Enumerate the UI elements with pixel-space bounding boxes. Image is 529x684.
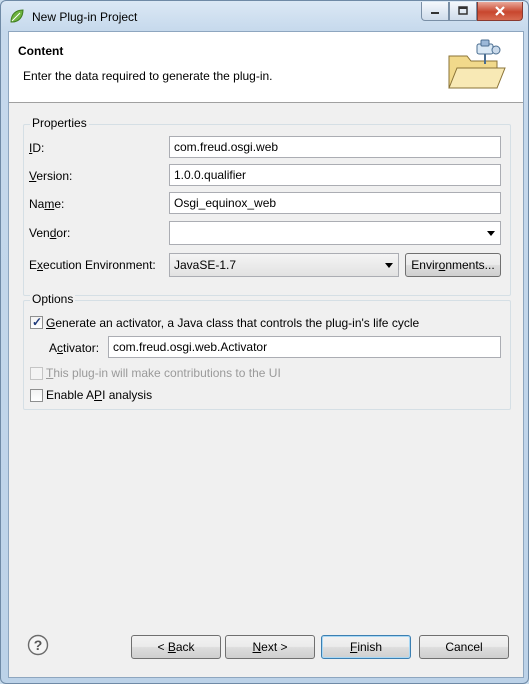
properties-group: Properties ID: com.freud.osgi.web Versio… xyxy=(23,116,511,296)
vendor-combo[interactable] xyxy=(169,221,501,245)
api-analysis-pre: Enable A xyxy=(46,388,95,402)
version-field[interactable]: 1.0.0.qualifier xyxy=(169,164,501,186)
generate-activator-label: Generate an activator, a Java class that… xyxy=(46,316,419,330)
generate-activator-checkbox[interactable]: ✓ xyxy=(30,315,43,329)
cancel-button[interactable]: Cancel xyxy=(419,635,509,659)
spring-leaf-icon xyxy=(10,9,24,23)
name-label-rest: e: xyxy=(54,197,65,211)
window-title: New Plug-in Project xyxy=(32,10,138,24)
plugin-folder-icon xyxy=(448,39,506,89)
api-analysis-rest: I analysis xyxy=(102,388,153,402)
env-label-rest: ecution Environment: xyxy=(43,258,156,272)
activator-label-rest: tivator: xyxy=(63,341,100,355)
id-label: ID: xyxy=(29,141,44,155)
execution-environment-label: Execution Environment: xyxy=(29,258,156,272)
activator-label-pre: A xyxy=(49,341,58,355)
generate-activator-rest: enerate an activator, a Java class that … xyxy=(55,316,420,330)
next-button[interactable]: Next > xyxy=(225,635,315,659)
options-group: Options ✓ Generate an activator, a Java … xyxy=(23,292,511,410)
finish-rest: inish xyxy=(357,640,383,654)
close-button[interactable] xyxy=(477,2,523,21)
name-label-pre: Na xyxy=(29,197,45,211)
ui-contributions-checkbox[interactable] xyxy=(30,367,43,380)
page-description: Enter the data required to generate the … xyxy=(23,69,273,83)
help-icon[interactable]: ? xyxy=(27,634,49,656)
next-mnemonic: N xyxy=(252,640,262,654)
minimize-button[interactable] xyxy=(421,2,449,21)
back-rest: ack xyxy=(175,640,195,654)
activator-label: Activator: xyxy=(49,341,99,355)
dropdown-arrow-icon xyxy=(487,231,495,236)
env-label-pre: E xyxy=(29,258,38,272)
dialog-client-area: Content Enter the data required to gener… xyxy=(8,31,524,678)
api-analysis-label: Enable API analysis xyxy=(46,388,152,402)
execution-environment-combo[interactable]: JavaSE-1.7 xyxy=(169,253,399,277)
next-rest: ext > xyxy=(261,640,288,654)
environments-button[interactable]: Environments... xyxy=(405,253,501,277)
back-button[interactable]: < Back xyxy=(131,635,221,659)
svg-text:?: ? xyxy=(34,637,43,653)
minimize-icon xyxy=(431,12,439,14)
id-label-rest: D: xyxy=(32,141,45,155)
maximize-icon xyxy=(458,6,468,15)
back-pre: < xyxy=(157,640,168,654)
wizard-header: Content Enter the data required to gener… xyxy=(9,32,523,103)
vendor-label-rest: or: xyxy=(56,226,71,240)
ui-contributions-rest: his plug-in will make contributions to t… xyxy=(53,366,281,380)
close-icon xyxy=(495,6,505,16)
dialog-window: New Plug-in Project Content Enter the da… xyxy=(0,0,529,684)
api-analysis-checkbox[interactable] xyxy=(30,389,43,402)
window-controls xyxy=(421,2,523,22)
back-mnemonic: B xyxy=(167,640,176,654)
environments-rest: nments... xyxy=(445,258,495,272)
id-field[interactable]: com.freud.osgi.web xyxy=(169,136,501,158)
maximize-button[interactable] xyxy=(449,2,477,21)
title-bar[interactable]: New Plug-in Project xyxy=(1,1,528,31)
activator-field[interactable]: com.freud.osgi.web.Activator xyxy=(108,336,501,358)
api-analysis-mnemonic: P xyxy=(94,388,103,402)
name-field[interactable]: Osgi_equinox_web xyxy=(169,192,501,214)
page-title: Content xyxy=(18,44,64,58)
options-group-label: Options xyxy=(30,292,76,306)
name-label: Name: xyxy=(29,197,64,211)
checkmark-icon: ✓ xyxy=(32,315,43,329)
environments-pre: Envir xyxy=(411,258,439,272)
properties-group-label: Properties xyxy=(30,116,89,130)
version-label: Version: xyxy=(29,169,72,183)
vendor-label-pre: Ven xyxy=(29,226,50,240)
version-label-rest: ersion: xyxy=(36,169,73,183)
dropdown-arrow-icon xyxy=(385,263,393,268)
ui-contributions-label: This plug-in will make contributions to … xyxy=(46,366,281,380)
name-label-mnemonic: m xyxy=(44,197,55,211)
vendor-label: Vendor: xyxy=(29,226,70,240)
generate-activator-mnemonic: G xyxy=(46,316,56,330)
execution-environment-value: JavaSE-1.7 xyxy=(174,258,237,272)
finish-button[interactable]: Finish xyxy=(321,635,411,659)
